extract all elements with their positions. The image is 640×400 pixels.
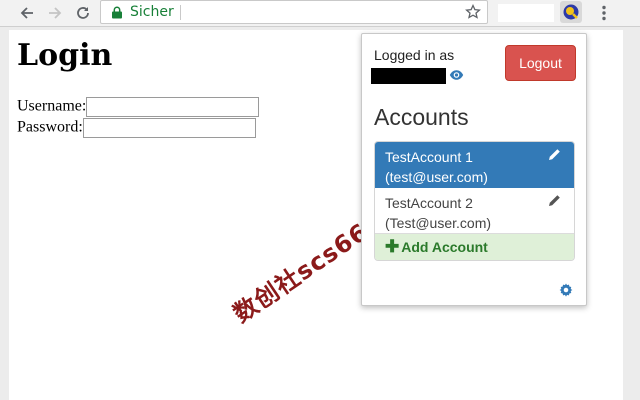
reload-icon	[77, 7, 89, 19]
accounts-heading: Accounts	[374, 104, 469, 130]
accounts-popup: Logged in as Logout Accounts TestAccount…	[361, 33, 587, 306]
plus-icon: ✚	[385, 237, 400, 256]
account-name: TestAccount 2	[385, 195, 473, 211]
password-input[interactable]	[82, 118, 256, 138]
pencil-icon[interactable]	[547, 193, 562, 208]
star-icon[interactable]	[465, 4, 481, 20]
forward-button[interactable]	[44, 2, 66, 24]
redacted-username	[371, 68, 446, 84]
security-label: Sicher	[130, 4, 174, 20]
address-bar[interactable]: Sicher	[100, 0, 488, 24]
browser-toolbar: Sicher	[0, 0, 640, 27]
menu-icon	[602, 5, 606, 21]
gear-icon[interactable]	[559, 283, 573, 297]
password-label: Password:	[17, 118, 83, 136]
url-separator	[180, 5, 181, 20]
account-email: (Test@user.com)	[385, 215, 492, 231]
account-item-1[interactable]: TestAccount 1 (test@user.com)	[375, 142, 574, 188]
back-icon	[20, 7, 33, 19]
extension-button[interactable]	[560, 1, 582, 23]
add-account-button[interactable]: ✚ Add Account	[375, 234, 574, 260]
back-button[interactable]	[16, 2, 38, 24]
extension-icon	[563, 4, 579, 20]
reload-button[interactable]	[72, 2, 94, 24]
extension-slot	[498, 4, 554, 22]
logout-button[interactable]: Logout	[505, 45, 576, 81]
page-title: Login	[17, 38, 113, 73]
add-account-label: Add Account	[401, 239, 488, 255]
username-label: Username:	[17, 97, 87, 115]
username-row: Username:	[17, 97, 260, 117]
logged-in-label: Logged in as	[374, 47, 455, 63]
account-name: TestAccount 1	[385, 149, 473, 165]
pencil-icon[interactable]	[547, 147, 562, 162]
forward-icon	[49, 7, 62, 19]
username-input[interactable]	[86, 97, 260, 117]
account-item-2[interactable]: TestAccount 2 (Test@user.com)	[375, 188, 574, 234]
lock-icon	[112, 6, 122, 19]
eye-icon[interactable]	[449, 69, 464, 81]
browser-menu-button[interactable]	[596, 3, 612, 23]
account-list: TestAccount 1 (test@user.com) TestAccoun…	[374, 141, 575, 261]
password-row: Password:	[17, 118, 256, 138]
account-email: (test@user.com)	[385, 169, 488, 185]
